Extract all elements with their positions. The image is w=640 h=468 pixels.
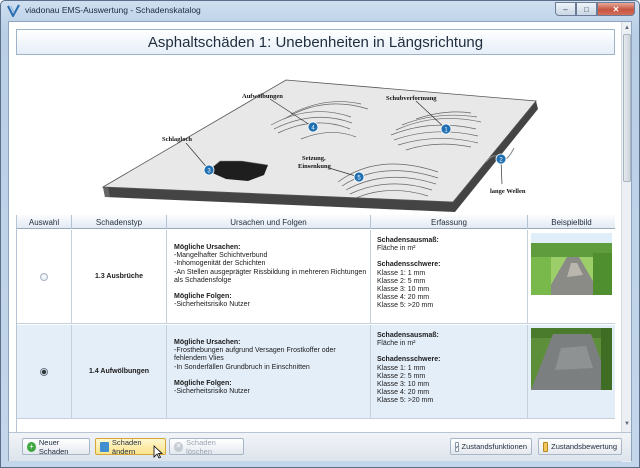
- causes-cell: Mögliche Ursachen: -Mangelhafter Schicht…: [167, 230, 371, 323]
- example-image-cell: [528, 325, 615, 418]
- cause-item: -An Stellen ausgeprägter Rissbildung in …: [174, 268, 367, 284]
- title-bar[interactable]: viadonau EMS-Auswertung - Schadenskatalo…: [1, 1, 639, 21]
- bottom-toolbar: + Neuer Schaden Schaden ändern ✕ Schaden…: [9, 432, 631, 461]
- page-title: Asphaltschäden 1: Unebenheiten in Längsr…: [147, 33, 484, 51]
- cause-item: -Inhomogenität der Schichten: [174, 260, 266, 268]
- column-header-auswahl[interactable]: Auswahl: [17, 215, 72, 229]
- table-row[interactable]: 1.4 Aufwölbungen Mögliche Ursachen: -Fro…: [17, 325, 615, 419]
- delete-damage-label: Schaden löschen: [186, 437, 216, 456]
- causes-title: Mögliche Ursachen:: [174, 339, 241, 346]
- marker-4: 4: [307, 121, 319, 133]
- status-functions-label: Zustandsfunktionen: [461, 442, 527, 451]
- type-cell: 1.3 Ausbrüche: [72, 230, 167, 323]
- status-rating-button[interactable]: Zustandsbewertung: [538, 438, 622, 455]
- delete-icon: ✕: [174, 441, 184, 452]
- example-photo-ausbrueche: [531, 233, 612, 295]
- cause-item: -In Sonderfällen Grundbruch in Einschnit…: [174, 363, 310, 371]
- damage-diagram: 4 1 3 5 2 Aufwölbungen Schubverformung S…: [16, 57, 615, 215]
- cause-item: -Mangelhafter Schichtverbund: [174, 252, 268, 260]
- consequence-item: -Sicherheitsrisiko Nutzer: [174, 301, 250, 309]
- status-rating-label: Zustandsbewertung: [551, 442, 617, 451]
- severity-class: Klasse 1: 1 mm: [377, 364, 426, 372]
- assessment-cell: Schadensausmaß: Fläche in m² Schadenssch…: [371, 325, 528, 418]
- damage-type: 1.3 Ausbrüche: [95, 273, 143, 280]
- consequences-title: Mögliche Folgen:: [174, 379, 232, 387]
- severity-class: Klasse 4: 20 mm: [377, 294, 430, 302]
- close-button[interactable]: ✕: [597, 2, 635, 16]
- select-cell[interactable]: [17, 230, 72, 323]
- severity-title: Schadensschwere:: [377, 356, 441, 364]
- causes-title: Mögliche Ursachen:: [174, 244, 241, 251]
- severity-class: Klasse 3: 10 mm: [377, 381, 430, 389]
- severity-class: Klasse 5: >20 mm: [377, 397, 434, 405]
- app-logo-icon: [7, 4, 20, 17]
- severity-class: Klasse 3: 10 mm: [377, 286, 430, 294]
- status-functions-button[interactable]: Zustandsfunktionen: [450, 438, 532, 455]
- example-photo-aufwoelbungen: [531, 328, 612, 390]
- damage-type: 1.4 Aufwölbungen: [88, 368, 150, 375]
- application-window: viadonau EMS-Auswertung - Schadenskatalo…: [0, 0, 640, 468]
- marker-5: 5: [353, 171, 365, 183]
- table-row[interactable]: 1.3 Ausbrüche Mögliche Ursachen: -Mangel…: [17, 230, 615, 324]
- severity-class: Klasse 1: 1 mm: [377, 269, 426, 277]
- label-einsenkung: Einsenkung: [298, 163, 332, 170]
- column-header-beispielbild[interactable]: Beispielbild: [528, 215, 615, 229]
- damage-diagram-illustration: 4 1 3 5 2 Aufwölbungen Schubverformung S…: [101, 79, 538, 212]
- marker-1: 1: [440, 123, 452, 135]
- marker-2: 2: [495, 153, 507, 165]
- clipboard-icon: [543, 441, 549, 452]
- label-setzung: Setzung,: [302, 155, 326, 162]
- vertical-scrollbar[interactable]: ▲ ▼: [621, 22, 631, 462]
- row-select-radio[interactable]: [40, 272, 48, 281]
- type-cell: 1.4 Aufwölbungen: [72, 325, 167, 418]
- minimize-button[interactable]: –: [555, 2, 576, 16]
- window-title: viadonau EMS-Auswertung - Schadenskatalo…: [25, 5, 201, 15]
- cause-item: -Frosthebungen aufgrund Versagen Frostko…: [174, 347, 336, 363]
- label-aufwoelbungen: Aufwölbungen: [242, 93, 283, 100]
- label-schubverformung: Schubverformung: [386, 95, 437, 102]
- scroll-down-icon[interactable]: ▼: [623, 420, 631, 428]
- severity-class: Klasse 5: >20 mm: [377, 302, 434, 310]
- catalog-panel: Asphaltschäden 1: Unebenheiten in Längsr…: [8, 21, 632, 462]
- column-header-schadenstyp[interactable]: Schadenstyp: [72, 215, 167, 229]
- column-header-erfassung[interactable]: Erfassung: [371, 215, 528, 229]
- label-schlagloch: Schlagloch: [162, 136, 192, 143]
- add-icon: +: [27, 441, 36, 452]
- select-cell[interactable]: [17, 325, 72, 418]
- new-damage-label: Neuer Schaden: [38, 437, 69, 456]
- maximize-button[interactable]: □: [576, 2, 597, 16]
- causes-cell: Mögliche Ursachen: -Frosthebungen aufgru…: [167, 325, 371, 418]
- scroll-up-icon[interactable]: ▲: [623, 24, 631, 32]
- measure-title: Schadensausmaß:: [377, 237, 439, 244]
- label-lange-wellen: lange Wellen: [490, 188, 526, 195]
- window-controls: – □ ✕: [555, 2, 635, 16]
- mouse-cursor-icon: [153, 445, 163, 459]
- consequences-title: Mögliche Folgen:: [174, 293, 232, 301]
- column-header-ursachen[interactable]: Ursachen und Folgen: [167, 215, 371, 229]
- delete-damage-button[interactable]: ✕ Schaden löschen: [169, 437, 244, 456]
- row-select-radio[interactable]: [40, 367, 48, 376]
- assessment-cell: Schadensausmaß: Fläche in m² Schadenssch…: [371, 230, 528, 323]
- scrollbar-thumb[interactable]: [623, 34, 631, 182]
- severity-class: Klasse 4: 20 mm: [377, 389, 430, 397]
- measure-value: Fläche in m²: [377, 340, 416, 348]
- table-header: Auswahl Schadenstyp Ursachen und Folgen …: [17, 215, 615, 229]
- measure-title: Schadensausmaß:: [377, 332, 439, 339]
- severity-class: Klasse 2: 5 mm: [377, 277, 426, 285]
- marker-3: 3: [203, 164, 215, 176]
- chart-icon: [455, 441, 459, 452]
- page-title-bar: Asphaltschäden 1: Unebenheiten in Längsr…: [16, 29, 615, 55]
- edit-icon: [100, 441, 109, 452]
- consequence-item: -Sicherheitsrisiko Nutzer: [174, 388, 250, 396]
- measure-value: Fläche in m²: [377, 245, 416, 253]
- severity-title: Schadensschwere:: [377, 261, 441, 269]
- damage-table: Auswahl Schadenstyp Ursachen und Folgen …: [16, 215, 615, 433]
- example-image-cell: [528, 230, 615, 323]
- new-damage-button[interactable]: + Neuer Schaden: [22, 437, 90, 456]
- severity-class: Klasse 2: 5 mm: [377, 372, 426, 380]
